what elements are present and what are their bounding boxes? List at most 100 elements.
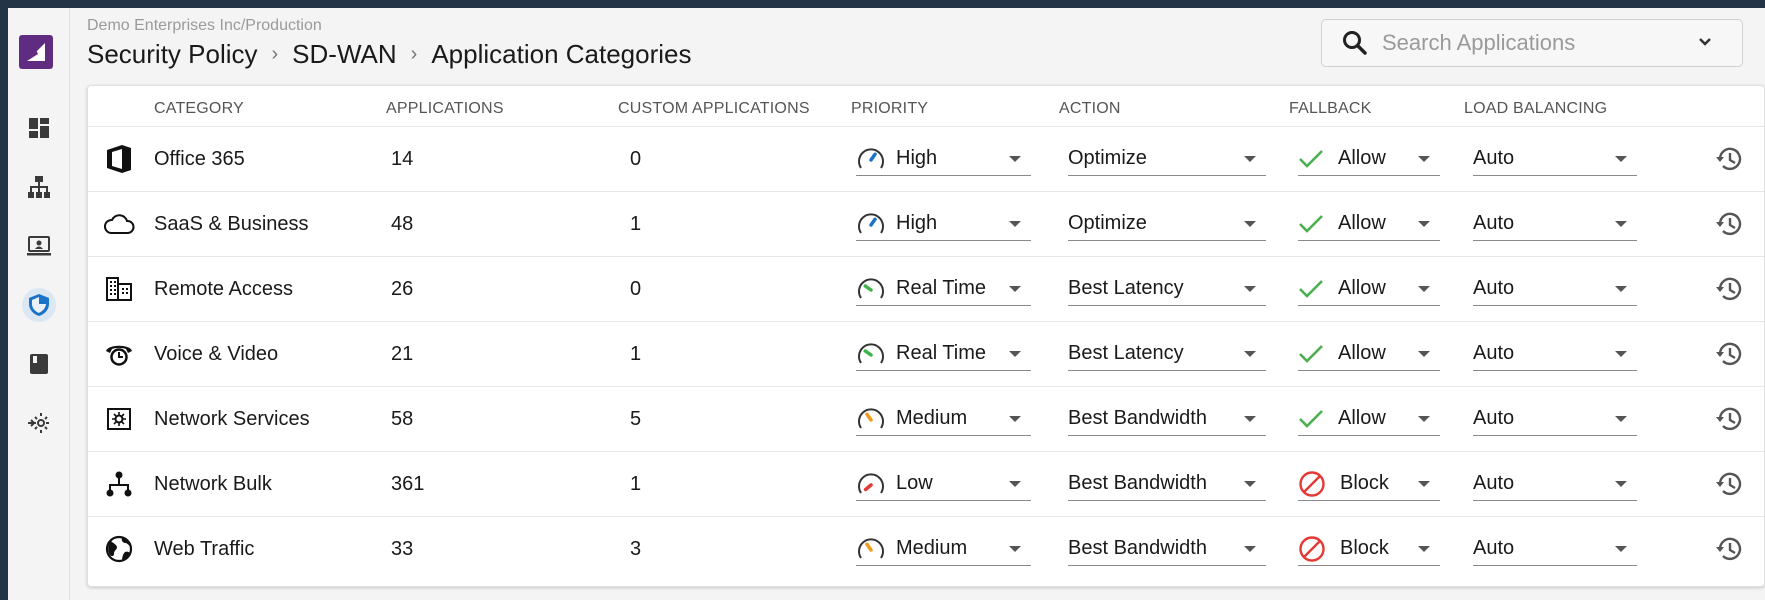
- dashboard-icon[interactable]: [22, 111, 56, 145]
- chevron-down-icon: [1615, 156, 1627, 162]
- office-icon: [102, 127, 136, 191]
- breadcrumb-sd-wan[interactable]: SD-WAN: [292, 39, 396, 70]
- network-tree-icon[interactable]: [22, 170, 56, 204]
- column-header-action[interactable]: ACTION: [1059, 100, 1121, 118]
- book-icon[interactable]: [22, 347, 56, 381]
- action-select[interactable]: Best Bandwidth: [1068, 532, 1266, 566]
- chevron-down-icon: [1615, 481, 1627, 487]
- action-select[interactable]: Optimize: [1068, 207, 1266, 241]
- priority-gauge-icon: [856, 274, 886, 304]
- load-balancing-select[interactable]: Auto: [1473, 467, 1637, 501]
- priority-select[interactable]: High: [856, 142, 1031, 176]
- column-header-custom-applications[interactable]: CUSTOM APPLICATIONS: [618, 100, 810, 118]
- fallback-select[interactable]: Block: [1298, 467, 1440, 501]
- load-balancing-select[interactable]: Auto: [1473, 337, 1637, 371]
- block-icon: [1298, 470, 1326, 498]
- fallback-select[interactable]: Allow: [1298, 402, 1440, 436]
- table-row[interactable]: Office 365 14 0 High Optimize Allow Auto: [88, 126, 1764, 191]
- history-icon[interactable]: [1714, 339, 1744, 369]
- chevron-down-icon: [1418, 221, 1430, 227]
- brand-logo[interactable]: [19, 35, 53, 69]
- gear-arrow-icon[interactable]: [22, 406, 56, 440]
- load-balancing-select[interactable]: Auto: [1473, 402, 1637, 436]
- priority-select[interactable]: Real Time: [856, 337, 1031, 371]
- history-icon[interactable]: [1714, 534, 1744, 564]
- fallback-select[interactable]: Allow: [1298, 207, 1440, 241]
- settings-box-icon: [102, 387, 136, 451]
- table-row[interactable]: Network Bulk 361 1 Low Best Bandwidth Block Au…: [88, 451, 1764, 516]
- action-select[interactable]: Best Latency: [1068, 272, 1266, 306]
- search-icon: [1342, 30, 1368, 56]
- fallback-select[interactable]: Allow: [1298, 142, 1440, 176]
- chevron-down-icon: [1009, 481, 1021, 487]
- chevron-down-icon[interactable]: [1698, 37, 1712, 47]
- column-header-priority[interactable]: PRIORITY: [851, 100, 928, 118]
- chevron-down-icon: [1244, 481, 1256, 487]
- action-select[interactable]: Optimize: [1068, 142, 1266, 176]
- load-balancing-select[interactable]: Auto: [1473, 532, 1637, 566]
- custom-applications-count: 1: [630, 342, 642, 365]
- custom-applications-count: 5: [630, 407, 642, 430]
- breadcrumb-security-policy[interactable]: Security Policy: [87, 39, 258, 70]
- category-name[interactable]: Office 365: [154, 127, 245, 191]
- chevron-down-icon: [1418, 156, 1430, 162]
- fallback-select[interactable]: Block: [1298, 532, 1440, 566]
- table-row[interactable]: Remote Access 26 0 Real Time Best Latency All…: [88, 256, 1764, 321]
- applications-count: 33: [391, 537, 414, 560]
- category-name[interactable]: Remote Access: [154, 257, 293, 321]
- table-row[interactable]: Web Traffic 33 3 Medium Best Bandwidth Block A…: [88, 516, 1764, 581]
- priority-value: Low: [896, 472, 933, 494]
- load-balancing-value: Auto: [1473, 342, 1515, 364]
- priority-gauge-icon: [856, 144, 886, 174]
- categories-table: CATEGORY APPLICATIONS CUSTOM APPLICATION…: [87, 85, 1765, 587]
- action-select[interactable]: Best Latency: [1068, 337, 1266, 371]
- priority-select[interactable]: Medium: [856, 532, 1031, 566]
- app-frame: Demo Enterprises Inc/Production Security…: [8, 8, 1765, 600]
- load-balancing-select[interactable]: Auto: [1473, 207, 1637, 241]
- chevron-right-icon: ›: [410, 43, 418, 65]
- table-row[interactable]: Voice & Video 21 1 Real Time Best Latency All…: [88, 321, 1764, 386]
- priority-select[interactable]: Real Time: [856, 272, 1031, 306]
- fallback-value: Allow: [1338, 277, 1386, 299]
- action-value: Best Latency: [1068, 277, 1184, 299]
- column-header-fallback[interactable]: FALLBACK: [1289, 100, 1372, 118]
- sidebar: [8, 8, 70, 600]
- column-header-load-balancing[interactable]: LOAD BALANCING: [1464, 100, 1607, 118]
- action-select[interactable]: Best Bandwidth: [1068, 467, 1266, 501]
- hierarchy-icon: [102, 452, 136, 516]
- table-row[interactable]: SaaS & Business 48 1 High Optimize Allow Auto: [88, 191, 1764, 256]
- category-name[interactable]: SaaS & Business: [154, 192, 309, 256]
- history-icon[interactable]: [1714, 209, 1744, 239]
- table-row[interactable]: Network Services 58 5 Medium Best Bandwidth A…: [88, 386, 1764, 451]
- load-balancing-select[interactable]: Auto: [1473, 142, 1637, 176]
- category-name[interactable]: Network Services: [154, 387, 310, 451]
- priority-select[interactable]: Low: [856, 467, 1031, 501]
- fallback-select[interactable]: Allow: [1298, 337, 1440, 371]
- custom-applications-count: 3: [630, 537, 642, 560]
- monitor-icon[interactable]: [22, 229, 56, 263]
- chevron-down-icon: [1244, 156, 1256, 162]
- history-icon[interactable]: [1714, 144, 1744, 174]
- applications-count: 58: [391, 407, 414, 430]
- globe-icon: [102, 517, 136, 581]
- check-icon: [1298, 149, 1324, 169]
- category-name[interactable]: Web Traffic: [154, 517, 254, 581]
- search-box[interactable]: [1321, 19, 1743, 67]
- load-balancing-value: Auto: [1473, 407, 1515, 429]
- action-value: Optimize: [1068, 147, 1147, 169]
- column-header-applications[interactable]: APPLICATIONS: [386, 100, 504, 118]
- fallback-select[interactable]: Allow: [1298, 272, 1440, 306]
- action-select[interactable]: Best Bandwidth: [1068, 402, 1266, 436]
- category-name[interactable]: Network Bulk: [154, 452, 272, 516]
- priority-select[interactable]: High: [856, 207, 1031, 241]
- category-name[interactable]: Voice & Video: [154, 322, 278, 386]
- history-icon[interactable]: [1714, 469, 1744, 499]
- search-input[interactable]: [1382, 30, 1692, 56]
- security-shield-icon[interactable]: [22, 288, 56, 322]
- column-header-category[interactable]: CATEGORY: [154, 100, 244, 118]
- building-icon: [102, 257, 136, 321]
- history-icon[interactable]: [1714, 404, 1744, 434]
- load-balancing-select[interactable]: Auto: [1473, 272, 1637, 306]
- priority-select[interactable]: Medium: [856, 402, 1031, 436]
- history-icon[interactable]: [1714, 274, 1744, 304]
